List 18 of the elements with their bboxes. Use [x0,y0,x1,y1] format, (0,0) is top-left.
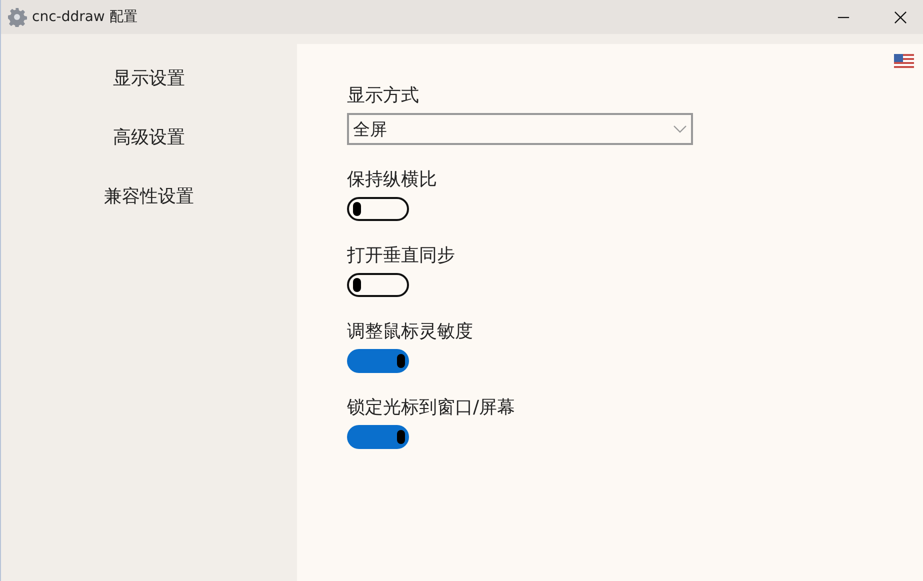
sidebar-item[interactable]: 显示设置 [113,68,185,90]
setting-label: 打开垂直同步 [347,244,456,268]
toggle-switch[interactable] [347,349,409,373]
setting-label: 保持纵横比 [347,168,438,192]
dropdown[interactable]: 全屏 [347,113,693,145]
toggle-switch[interactable] [347,273,409,297]
gear-icon [7,7,27,27]
setting-label: 锁定光标到窗口/屏幕 [347,396,516,420]
chevron-icon [673,125,687,133]
setting-label: 调整鼠标灵敏度 [347,320,474,344]
toggle-switch[interactable] [347,425,409,449]
flag-icon[interactable] [894,54,914,68]
sidebar-item[interactable]: 兼容性设置 [104,186,194,208]
toggle-switch[interactable] [347,197,409,221]
close-icon[interactable] [894,10,907,24]
setting-label: 显示方式 [347,84,420,108]
sidebar-item[interactable]: 高级设置 [113,127,185,149]
window-title: cnc-ddraw 配置 [32,8,138,26]
